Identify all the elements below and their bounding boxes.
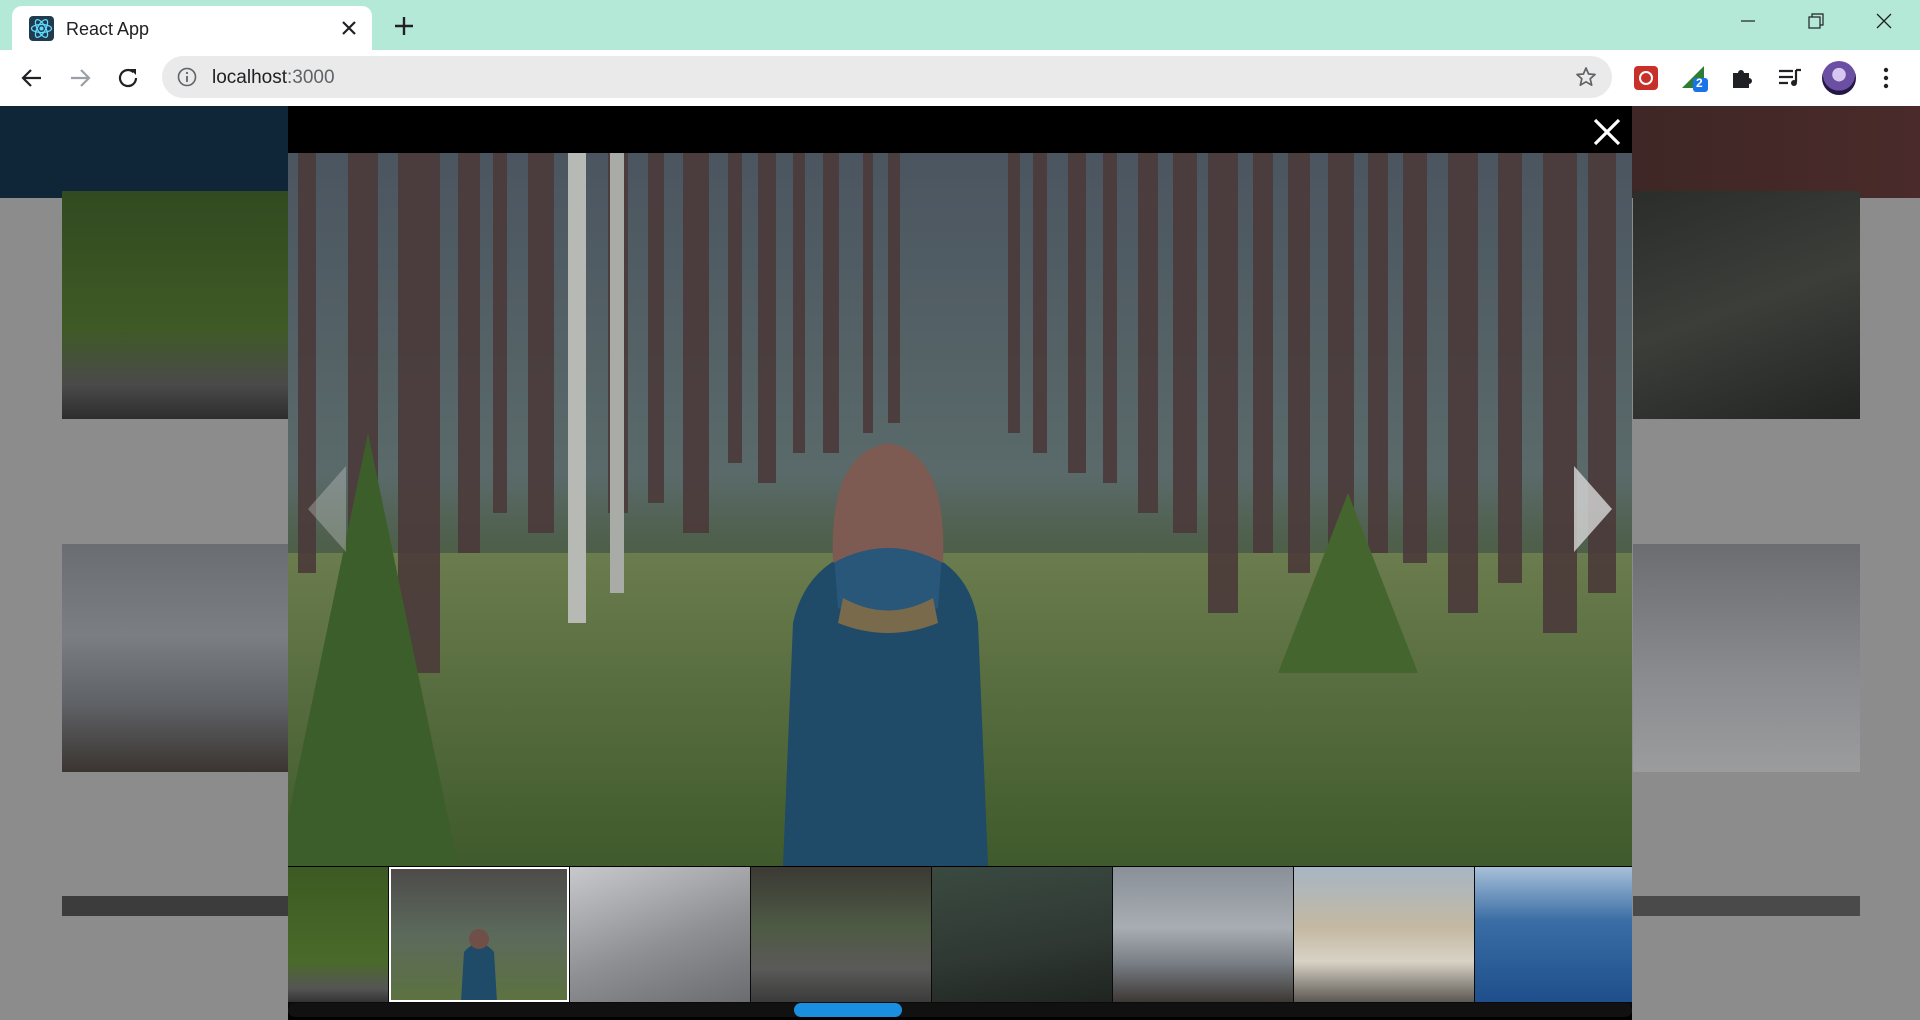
url-port: :3000 xyxy=(287,67,335,88)
thumbnail-frosty-plants[interactable] xyxy=(570,867,750,1002)
thumbnail-green-field[interactable] xyxy=(288,867,388,1002)
thumbnail-scroll-thumb[interactable] xyxy=(794,1003,902,1017)
image-lightbox xyxy=(288,106,1632,1020)
thumbnail-blue-bay-city[interactable] xyxy=(1475,867,1632,1002)
extension-red-icon[interactable] xyxy=(1630,62,1662,94)
window-minimize-icon[interactable] xyxy=(1714,0,1782,42)
gallery-image-swings[interactable] xyxy=(1633,191,1860,419)
thumbnail-golden-gate-beach[interactable] xyxy=(1294,867,1474,1002)
thumbnail-misty-lake[interactable] xyxy=(1113,867,1293,1002)
gallery-image-bottom-left[interactable] xyxy=(62,896,289,916)
tab-title: React App xyxy=(66,19,150,39)
back-arrow-icon[interactable] xyxy=(14,60,50,96)
url-host: localhost xyxy=(212,67,287,88)
bookmark-star-icon[interactable] xyxy=(1574,65,1598,89)
gallery-image-misty-lake[interactable] xyxy=(62,544,289,772)
gallery-image-bottom-right[interactable] xyxy=(1633,896,1860,916)
window-close-icon[interactable] xyxy=(1850,0,1918,42)
gallery-image-green-field[interactable] xyxy=(62,191,289,419)
address-bar[interactable]: localhost:3000 xyxy=(162,56,1612,98)
next-image-arrow-icon[interactable] xyxy=(1572,464,1614,554)
previous-image-arrow-icon[interactable] xyxy=(306,464,348,554)
window-restore-icon[interactable] xyxy=(1782,0,1850,42)
extension-green-badge-icon[interactable]: 2 xyxy=(1678,62,1710,94)
thumbnail-swings[interactable] xyxy=(932,867,1112,1002)
tab-close-icon[interactable] xyxy=(334,13,364,43)
browser-toolbar: localhost:3000 2 xyxy=(0,50,1920,106)
lightbox-close-icon[interactable] xyxy=(1589,114,1625,150)
url-text: localhost:3000 xyxy=(212,67,335,89)
react-favicon-icon xyxy=(29,16,54,41)
browser-tab-react-app[interactable]: React App xyxy=(12,6,372,50)
browser-tabstrip: React App xyxy=(0,0,1920,50)
reload-icon[interactable] xyxy=(110,60,146,96)
thumbnail-scroll-track[interactable] xyxy=(288,1003,1632,1017)
extension-badge: 2 xyxy=(1696,76,1703,90)
site-info-icon[interactable] xyxy=(176,66,198,88)
browser-menu-kebab-icon[interactable] xyxy=(1870,62,1902,94)
profile-avatar[interactable] xyxy=(1822,61,1856,95)
media-playlist-icon[interactable] xyxy=(1774,62,1806,94)
extensions-puzzle-icon[interactable] xyxy=(1726,62,1758,94)
new-tab-plus-icon[interactable] xyxy=(388,10,420,42)
lightbox-main-image xyxy=(288,153,1632,866)
forward-arrow-icon[interactable] xyxy=(62,60,98,96)
thumbnail-forest-woman[interactable] xyxy=(389,867,569,1002)
thumbnail-forest-road[interactable] xyxy=(751,867,931,1002)
thumbnail-strip xyxy=(288,867,1632,1006)
gallery-image-snow-field[interactable] xyxy=(1633,544,1860,772)
